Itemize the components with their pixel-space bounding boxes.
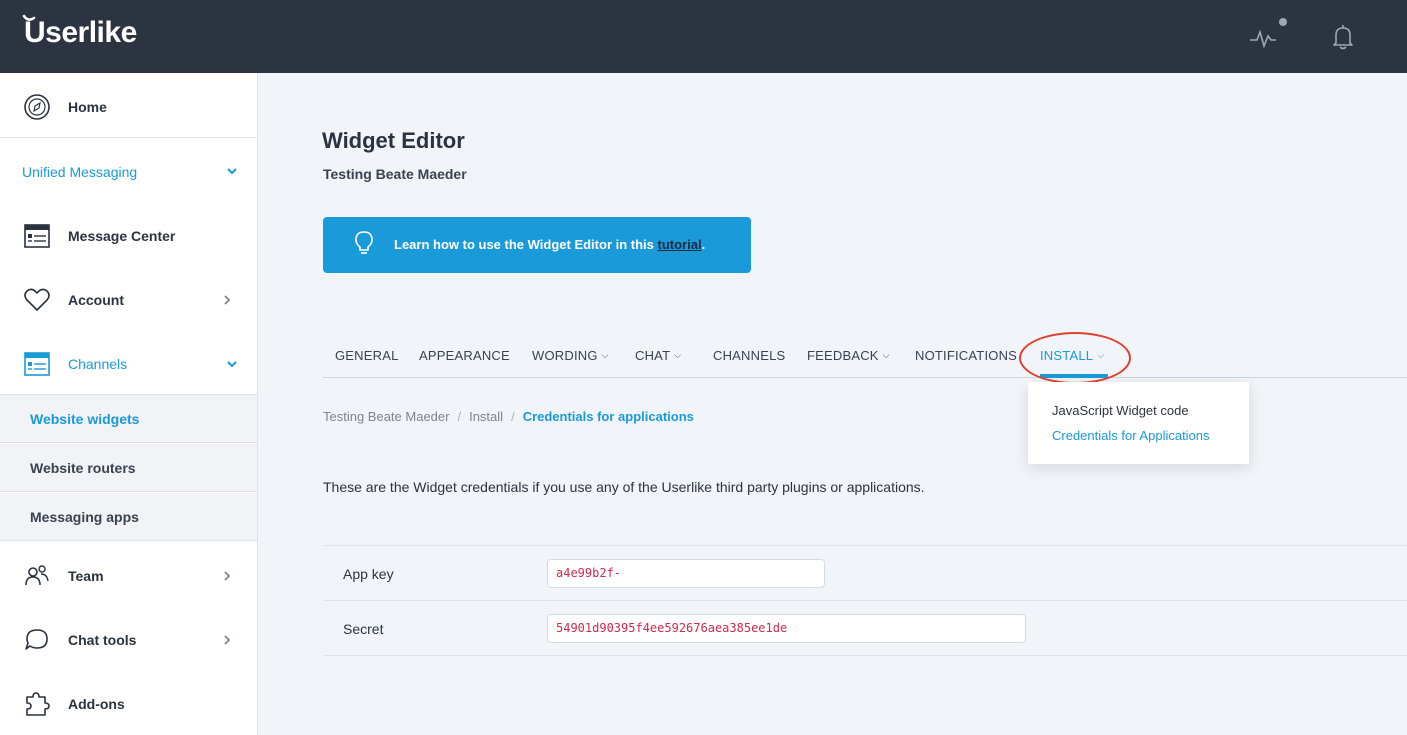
sidebar: Home Unified Messaging Message Center Ac… xyxy=(0,73,258,735)
sidebar-item-home[interactable]: Home xyxy=(0,75,257,139)
sidebar-subitem-label: Website widgets xyxy=(30,411,140,427)
credential-label: App key xyxy=(343,566,394,582)
tip-text: Learn how to use the Widget Editor in th… xyxy=(394,237,705,252)
sidebar-item-addons[interactable]: Add-ons xyxy=(0,672,257,735)
message-center-icon xyxy=(22,221,52,251)
tab-label: GENERAL xyxy=(335,348,399,363)
breadcrumb: Testing Beate Maeder / Install / Credentials… xyxy=(323,409,694,424)
sidebar-item-label: Account xyxy=(68,292,124,308)
page-subtitle: Testing Beate Maeder xyxy=(323,166,467,182)
top-bar: Userlike xyxy=(0,0,1407,73)
tutorial-tip-banner: Learn how to use the Widget Editor in th… xyxy=(323,217,751,273)
chevron-down-icon xyxy=(227,361,237,368)
tab-label: NOTIFICATIONS xyxy=(915,348,1018,363)
chevron-down-icon: ⌵ xyxy=(674,350,682,360)
sidebar-subitem-label: Website routers xyxy=(30,460,136,476)
credentials-description: These are the Widget credentials if you … xyxy=(323,479,925,495)
menu-item-javascript-widget-code[interactable]: JavaScript Widget code xyxy=(1052,403,1189,418)
chevron-right-icon xyxy=(224,295,231,305)
tab-wording[interactable]: WORDING ⌵ xyxy=(532,348,609,363)
chevron-down-icon[interactable] xyxy=(225,164,239,178)
breadcrumb-separator: / xyxy=(511,409,515,424)
chat-bubble-icon xyxy=(22,625,52,655)
tab-label: FEEDBACK xyxy=(807,348,879,363)
tab-channels[interactable]: CHANNELS xyxy=(713,348,785,363)
sidebar-subitem-website-widgets[interactable]: Website widgets xyxy=(0,395,257,443)
sidebar-item-label: Home xyxy=(68,99,107,115)
sidebar-item-label: Add-ons xyxy=(68,696,125,712)
sidebar-item-label: Team xyxy=(68,568,104,584)
breadcrumb-item[interactable]: Install xyxy=(469,409,503,424)
sidebar-item-team[interactable]: Team xyxy=(0,544,257,608)
notification-bell-icon[interactable] xyxy=(1328,22,1358,52)
sidebar-item-account[interactable]: Account xyxy=(0,268,257,332)
credential-row-secret: Secret 54901d90395f4ee592676aea385ee1de xyxy=(323,601,1407,656)
compass-icon xyxy=(22,92,52,122)
credential-row-app-key: App key a4e99b2f- xyxy=(323,546,1407,601)
tab-chat[interactable]: CHAT ⌵ xyxy=(635,348,681,363)
tab-general[interactable]: GENERAL xyxy=(335,348,399,363)
tab-label: WORDING xyxy=(532,348,598,363)
divider xyxy=(0,137,257,138)
chevron-down-icon: ⌵ xyxy=(882,350,890,360)
sidebar-item-label: Chat tools xyxy=(68,632,137,648)
tab-feedback[interactable]: FEEDBACK ⌵ xyxy=(807,348,890,363)
tip-message: Learn how to use the Widget Editor in th… xyxy=(394,237,658,252)
breadcrumb-item[interactable]: Testing Beate Maeder xyxy=(323,409,449,424)
puzzle-icon xyxy=(22,689,52,719)
highlight-annotation-circle xyxy=(1019,332,1131,384)
tab-label: CHANNELS xyxy=(713,348,786,363)
chevron-right-icon xyxy=(224,571,231,581)
secret-field[interactable]: 54901d90395f4ee592676aea385ee1de xyxy=(547,614,1026,643)
tab-label: CHAT xyxy=(635,348,671,363)
breadcrumb-current: Credentials for applications xyxy=(522,409,694,424)
sidebar-item-label: Message Center xyxy=(68,228,176,244)
chevron-right-icon xyxy=(224,635,231,645)
tutorial-link[interactable]: tutorial xyxy=(658,237,702,252)
section-title-unified-messaging[interactable]: Unified Messaging xyxy=(22,164,137,180)
tip-suffix: . xyxy=(701,237,706,252)
sidebar-subitem-website-routers[interactable]: Website routers xyxy=(0,444,257,492)
userlike-logo[interactable]: Userlike xyxy=(24,16,137,50)
chevron-down-icon: ⌵ xyxy=(601,350,609,360)
tab-notifications[interactable]: NOTIFICATIONS xyxy=(915,348,1017,363)
sidebar-subitem-label: Messaging apps xyxy=(30,509,139,525)
credential-label: Secret xyxy=(343,621,384,637)
editor-tabs: GENERAL APPEARANCE WORDING ⌵ CHAT ⌵ CHANNE… xyxy=(323,340,1407,378)
page-title: Widget Editor xyxy=(322,128,465,153)
channels-icon xyxy=(22,349,52,379)
sidebar-item-chat-tools[interactable]: Chat tools xyxy=(0,608,257,672)
tab-label: APPEARANCE xyxy=(419,348,510,363)
lightbulb-icon xyxy=(355,231,373,254)
team-icon xyxy=(22,561,52,591)
sidebar-item-channels[interactable]: Channels xyxy=(0,332,257,396)
app-key-field[interactable]: a4e99b2f- xyxy=(547,559,825,588)
status-dot-icon xyxy=(1279,18,1287,26)
sidebar-item-message-center[interactable]: Message Center xyxy=(0,204,257,268)
menu-item-credentials-for-applications[interactable]: Credentials for Applications xyxy=(1052,428,1210,443)
sidebar-item-label: Channels xyxy=(68,356,128,372)
sidebar-subitem-messaging-apps[interactable]: Messaging apps xyxy=(0,493,257,541)
heart-icon xyxy=(22,285,52,315)
breadcrumb-separator: / xyxy=(457,409,462,424)
tab-appearance[interactable]: APPEARANCE xyxy=(419,348,510,363)
credentials-table: App key a4e99b2f- Secret 54901d90395f4ee… xyxy=(323,545,1407,656)
install-dropdown-menu: JavaScript Widget code Credentials for A… xyxy=(1028,382,1249,464)
